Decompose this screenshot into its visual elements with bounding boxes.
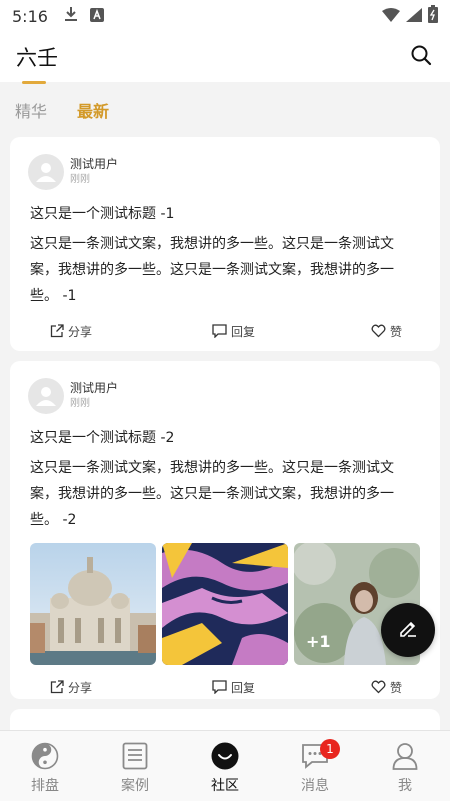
user-icon (36, 387, 56, 406)
more-images-count: +1 (306, 632, 331, 651)
share-label: 分享 (68, 680, 93, 695)
post-time: 刚刚 (70, 398, 90, 409)
wifi-icon (382, 7, 400, 26)
search-button[interactable] (408, 44, 434, 70)
app-notification-icon (89, 7, 104, 26)
nav-label: 案例 (121, 778, 149, 794)
app-header: 六壬 (0, 32, 450, 84)
post-body: 这只是一条测试文案，我想讲的多一些。这只是一条测试文案，我想讲的多一些。这只是一… (30, 236, 394, 304)
nav-label: 我 (398, 778, 412, 794)
share-icon (50, 324, 64, 338)
post-author[interactable]: 测试用户 刚刚 (28, 377, 420, 415)
nav-label: 排盘 (31, 778, 59, 794)
like-label: 赞 (389, 324, 402, 339)
nav-label: 消息 (301, 778, 329, 794)
nav-item-paipan[interactable]: 排盘 (0, 731, 90, 801)
user-name: 测试用户 (70, 381, 119, 395)
like-label: 赞 (389, 680, 402, 695)
reply-label: 回复 (231, 680, 256, 695)
post-card[interactable]: 测试用户 刚刚 这只是一个测试标题 -1 这只是一条测试文案，我想讲的多一些。这… (10, 137, 440, 351)
reply-button[interactable]: 回复 (212, 323, 255, 340)
post-title: 这只是一个测试标题 -1 (30, 206, 175, 222)
like-button[interactable]: 赞 (371, 323, 402, 340)
feed-tabs: 精华 最新 (0, 82, 450, 137)
post-card[interactable]: 测试用户 刚刚 这只是一个测试标题 -2 这只是一条测试文案，我想讲的多一些。这… (10, 361, 440, 699)
download-icon (64, 6, 78, 26)
post-actions: 分享 回复 赞 (30, 675, 420, 699)
share-label: 分享 (68, 324, 93, 339)
user-icon (390, 741, 420, 771)
page-title: 六壬 (16, 42, 58, 84)
status-time: 5:16 (12, 6, 48, 26)
avatar[interactable] (28, 154, 64, 190)
post-actions: 分享 回复 赞 (30, 319, 420, 343)
heart-icon (371, 324, 386, 338)
bottom-nav: 排盘 案例 社区 1 消息 我 (0, 730, 450, 801)
post-feed: 测试用户 刚刚 这只是一个测试标题 -1 这只是一条测试文案，我想讲的多一些。这… (10, 137, 440, 749)
post-images: +1 (30, 543, 420, 665)
edit-icon (397, 617, 419, 643)
signal-icon (406, 7, 422, 26)
post-title: 这只是一个测试标题 -2 (30, 430, 175, 446)
nav-item-messages[interactable]: 1 消息 (270, 731, 360, 801)
reply-label: 回复 (231, 324, 256, 339)
nav-item-me[interactable]: 我 (360, 731, 450, 801)
tab-latest[interactable]: 最新 (77, 98, 109, 122)
user-icon (36, 163, 56, 182)
post-image-church[interactable] (30, 543, 156, 665)
post-author[interactable]: 测试用户 刚刚 (28, 153, 420, 191)
share-button[interactable]: 分享 (50, 679, 92, 696)
user-name: 测试用户 (70, 157, 119, 171)
search-icon (410, 44, 432, 70)
tab-featured[interactable]: 精华 (15, 98, 47, 122)
like-button[interactable]: 赞 (371, 679, 402, 696)
comment-icon (212, 680, 227, 694)
share-icon (50, 680, 64, 694)
nav-item-community[interactable]: 社区 (180, 731, 270, 801)
nav-item-cases[interactable]: 案例 (90, 731, 180, 801)
heart-icon (371, 680, 386, 694)
reply-button[interactable]: 回复 (212, 679, 255, 696)
post-body: 这只是一条测试文案，我想讲的多一些。这只是一条测试文案，我想讲的多一些。这只是一… (30, 460, 394, 528)
community-icon (210, 741, 240, 771)
new-post-button[interactable] (381, 603, 435, 657)
nav-label: 社区 (211, 778, 239, 794)
post-image-abstract[interactable] (162, 543, 288, 665)
unread-badge: 1 (320, 739, 340, 759)
comment-icon (212, 324, 227, 338)
status-bar: 5:16 (0, 0, 450, 32)
page-title-text: 六壬 (16, 46, 58, 70)
yin-yang-icon (30, 741, 60, 771)
battery-icon (428, 5, 438, 27)
document-icon (120, 741, 150, 771)
avatar[interactable] (28, 378, 64, 414)
share-button[interactable]: 分享 (50, 323, 92, 340)
post-time: 刚刚 (70, 174, 90, 185)
